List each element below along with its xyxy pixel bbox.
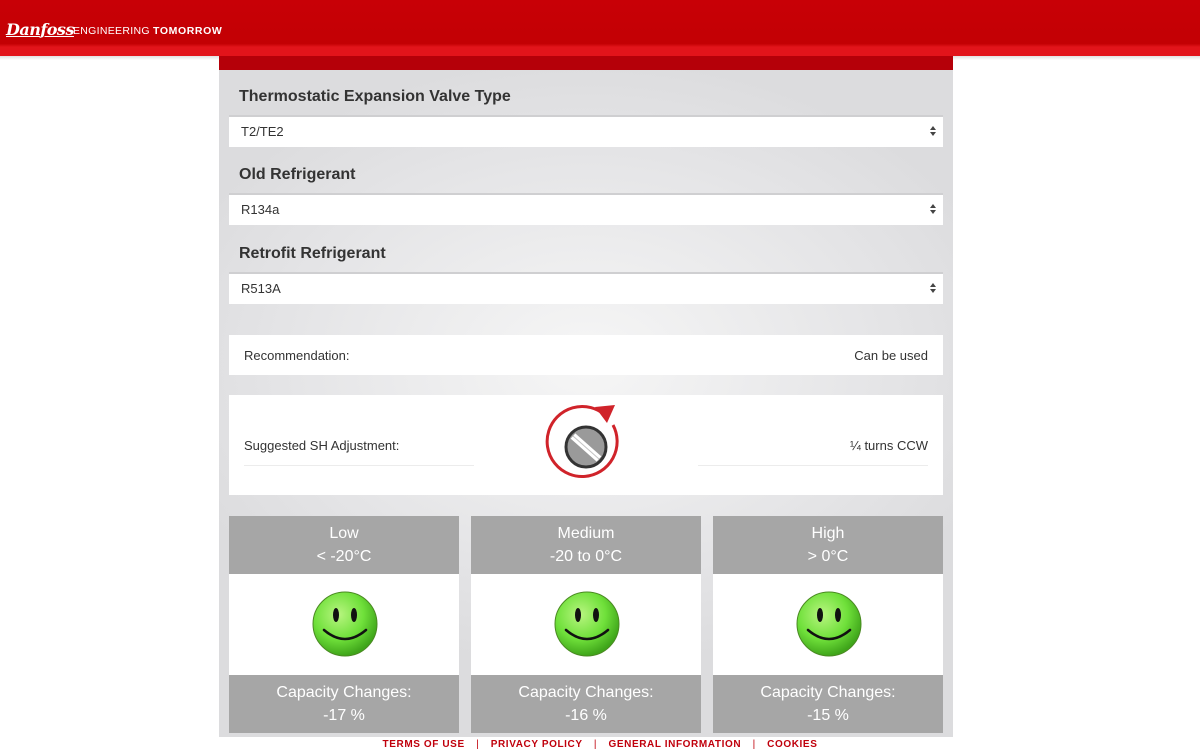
valve-type-label: Thermostatic Expansion Valve Type [239, 88, 511, 105]
range-footer: Capacity Changes: -17 % [229, 675, 459, 733]
smiley-happy-icon [312, 591, 378, 657]
recommendation-label: Recommendation: [244, 348, 350, 363]
select-arrows-icon [930, 126, 936, 136]
range-temperature: > 0°C [807, 548, 849, 565]
capacity-label: Capacity Changes: [276, 684, 412, 701]
divider [698, 465, 928, 466]
tagline-bold: TOMORROW [153, 25, 223, 37]
old-refrigerant-value: R134a [241, 202, 280, 217]
divider [244, 465, 474, 466]
range-column-high: High > 0°C Capacity Changes: -15 % [713, 516, 943, 733]
retrofit-refrigerant-value: R513A [241, 281, 281, 296]
footer-link-cookies[interactable]: COOKIES [767, 739, 817, 750]
tagline-normal: ENGINEERING [73, 25, 150, 37]
footer-separator: | [476, 739, 480, 750]
capacity-label: Capacity Changes: [760, 684, 896, 701]
old-refrigerant-select[interactable]: R134a [229, 193, 943, 225]
tagline: ENGINEERING TOMORROW [73, 25, 222, 37]
range-name: Low [329, 525, 359, 542]
sh-adjustment-label: Suggested SH Adjustment: [244, 438, 400, 453]
recommendation-value: Can be used [854, 348, 928, 363]
footer-links: TERMS OF USE | PRIVACY POLICY | GENERAL … [0, 739, 1200, 750]
sh-adjustment-value: ¼ turns CCW [849, 438, 928, 453]
footer-link-general-information[interactable]: GENERAL INFORMATION [608, 739, 741, 750]
panel-red-band [219, 56, 953, 70]
capacity-value: -16 % [565, 707, 607, 724]
range-temperature: -20 to 0°C [549, 548, 623, 565]
footer-separator: | [593, 739, 598, 750]
range-header: Low < -20°C [229, 516, 459, 574]
range-name: Medium [557, 525, 615, 542]
select-arrows-icon [930, 204, 936, 214]
range-header: High > 0°C [713, 516, 943, 574]
range-column-medium: Medium -20 to 0°C Capacity Changes: -16 … [471, 516, 701, 733]
range-header: Medium -20 to 0°C [471, 516, 701, 574]
capacity-label: Capacity Changes: [518, 684, 654, 701]
danfoss-logo[interactable]: Danfoss [6, 20, 74, 39]
footer-link-privacy-policy[interactable]: PRIVACY POLICY [491, 739, 583, 750]
smiley-happy-icon [796, 591, 862, 657]
old-refrigerant-label: Old Refrigerant [239, 166, 356, 183]
capacity-value: -17 % [323, 707, 365, 724]
footer-separator: | [752, 739, 756, 750]
sh-adjustment-box: Suggested SH Adjustment: ¼ turns CCW [229, 395, 943, 495]
top-bar: Danfoss ENGINEERING TOMORROW [0, 0, 1200, 60]
capacity-value: -15 % [807, 707, 849, 724]
select-arrows-icon [930, 283, 936, 293]
retrofit-refrigerant-select[interactable]: R513A [229, 272, 943, 304]
range-name: High [811, 525, 845, 542]
valve-type-select[interactable]: T2/TE2 [229, 115, 943, 147]
valve-type-value: T2/TE2 [241, 124, 284, 139]
ccw-rotation-dial-icon [545, 404, 619, 478]
range-column-low: Low < -20°C Capacity Changes: -17 % [229, 516, 459, 733]
footer-link-terms-of-use[interactable]: TERMS OF USE [383, 739, 465, 750]
range-footer: Capacity Changes: -16 % [471, 675, 701, 733]
smiley-happy-icon [554, 591, 620, 657]
range-temperature: < -20°C [316, 548, 372, 565]
recommendation-box: Recommendation: Can be used [229, 335, 943, 375]
range-footer: Capacity Changes: -15 % [713, 675, 943, 733]
calculator-panel: Thermostatic Expansion Valve Type T2/TE2… [219, 56, 953, 737]
retrofit-refrigerant-label: Retrofit Refrigerant [239, 245, 386, 262]
